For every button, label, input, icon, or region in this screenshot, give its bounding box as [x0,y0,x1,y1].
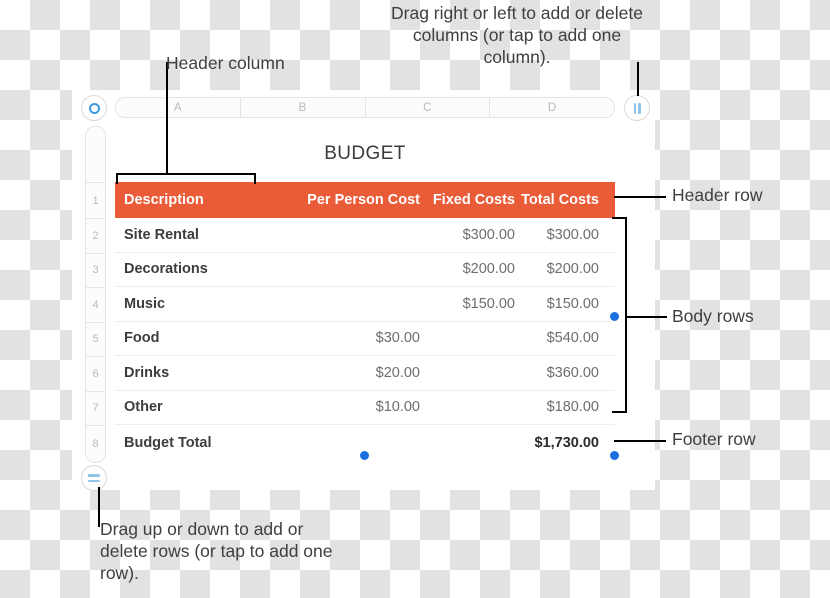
cell-description[interactable]: Drinks [115,365,290,381]
header-cell-fixed-costs[interactable]: Fixed Costs [420,192,515,208]
table-row[interactable]: Decorations $200.00 $200.00 [115,253,615,287]
cell-total[interactable]: $180.00 [515,399,607,415]
cell-total[interactable]: $540.00 [515,330,607,346]
table-row[interactable]: Site Rental $300.00 $300.00 [115,218,615,253]
leader-line-header-column [166,62,168,175]
cell-total[interactable]: $300.00 [515,227,607,243]
header-cell-description[interactable]: Description [115,192,290,208]
cell-total[interactable]: $200.00 [515,261,607,277]
callout-header-column: Header column [166,53,285,73]
leader-line-body-rows [625,316,667,318]
bracket-header-column-top [116,173,256,175]
budget-table[interactable]: BUDGET Description Per Person Cost Fixed… [115,126,615,461]
bracket-body-rows-bottom [612,411,627,413]
table-row[interactable]: Food $30.00 $540.00 [115,322,615,356]
callout-rows: Drag up or down to add or delete rows (o… [100,519,333,583]
footer-cell-description[interactable]: Budget Total [115,435,290,451]
cell-total[interactable]: $360.00 [515,365,607,381]
callout-columns: Drag right or left to add or delete colu… [391,3,643,67]
cell-fixed[interactable]: $200.00 [420,261,515,277]
row-number-8[interactable]: 8 [86,426,105,462]
column-header-bar[interactable]: A B C D [115,97,615,118]
row-number-gutter[interactable]: 1 2 3 4 5 6 7 8 [85,126,106,463]
row-number-7[interactable]: 7 [86,391,105,426]
callout-body-rows: Body rows [672,306,754,326]
selection-handle-bottom[interactable] [360,451,369,460]
cell-fixed[interactable]: $300.00 [420,227,515,243]
row-number-3[interactable]: 3 [86,253,105,288]
cell-per-person[interactable]: $30.00 [290,330,420,346]
table-select-all-handle[interactable] [81,95,107,121]
cell-total[interactable]: $150.00 [515,296,607,312]
header-cell-total-costs[interactable]: Total Costs [515,192,607,208]
row-number-title[interactable] [86,127,105,183]
leader-line-footer-row [614,440,666,442]
column-header-a[interactable]: A [116,98,241,117]
add-column-handle[interactable] [624,95,650,121]
table-row[interactable]: Music $150.00 $150.00 [115,287,615,322]
footer-cell-total[interactable]: $1,730.00 [515,435,607,451]
row-number-2[interactable]: 2 [86,219,105,254]
bracket-body-rows-spine [625,217,627,413]
table-row[interactable]: Drinks $20.00 $360.00 [115,356,615,391]
vertical-bars-icon [633,102,641,114]
callout-footer-row: Footer row [672,429,756,449]
ring-icon [88,102,100,114]
table-header-row[interactable]: Description Per Person Cost Fixed Costs … [115,182,615,218]
column-header-b[interactable]: B [240,98,366,117]
add-row-handle[interactable] [81,465,107,491]
column-header-c[interactable]: C [365,98,491,117]
cell-per-person[interactable]: $10.00 [290,399,420,415]
row-number-6[interactable]: 6 [86,357,105,392]
table-row[interactable]: Other $10.00 $180.00 [115,391,615,425]
cell-fixed[interactable]: $150.00 [420,296,515,312]
selection-handle-right[interactable] [610,312,619,321]
bracket-header-column-left [116,173,118,184]
header-cell-per-person-cost[interactable]: Per Person Cost [290,192,420,208]
callout-header-row: Header row [672,185,763,205]
bracket-body-rows-top [612,217,627,219]
row-number-1[interactable]: 1 [86,183,105,219]
cell-description[interactable]: Site Rental [115,227,290,243]
cell-description[interactable]: Food [115,330,290,346]
leader-line-header-row [614,196,666,198]
row-number-5[interactable]: 5 [86,322,105,357]
column-header-d[interactable]: D [490,98,614,117]
cell-description[interactable]: Music [115,296,290,312]
selection-handle-bottom-right[interactable] [610,451,619,460]
row-number-4[interactable]: 4 [86,288,105,323]
cell-description[interactable]: Decorations [115,261,290,277]
cell-per-person[interactable]: $20.00 [290,365,420,381]
bracket-header-column-right [254,173,256,184]
horizontal-bars-icon [88,474,100,482]
cell-description[interactable]: Other [115,399,290,415]
